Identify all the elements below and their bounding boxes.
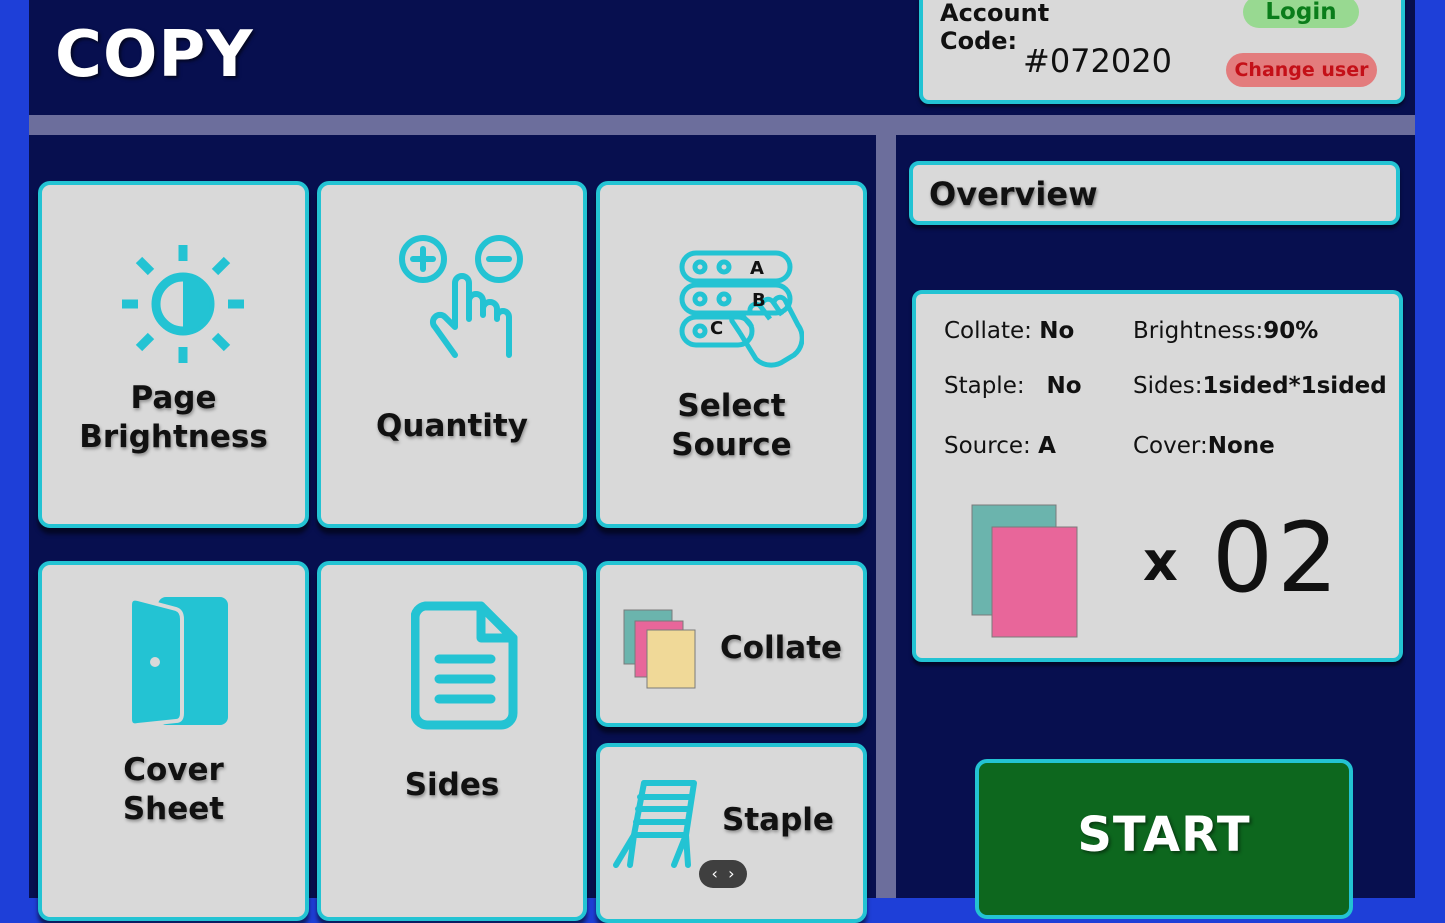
change-user-button[interactable]: Change user — [1226, 53, 1377, 87]
horizontal-divider — [29, 115, 1415, 135]
select-source-button[interactable]: A B C Select Source — [596, 181, 867, 528]
source-option-b: B — [752, 290, 766, 311]
page-brightness-button[interactable]: Page Brightness — [38, 181, 309, 528]
paper-tray-select-icon: A B C — [678, 249, 804, 371]
chevron-left-icon[interactable]: ‹ — [712, 864, 718, 883]
plus-minus-hand-icon — [399, 235, 527, 363]
overview-panel: Collate: No Brightness:90% Staple: No Si… — [912, 290, 1403, 662]
brightness-summary: Brightness:90% — [1133, 318, 1319, 344]
cover-sheet-label: Cover Sheet — [122, 752, 225, 827]
chevron-right-icon[interactable]: › — [728, 864, 734, 883]
select-source-label: Select Source — [671, 388, 792, 463]
page-brightness-label: Page Brightness — [79, 380, 268, 455]
account-panel: Account Code: #072020 Login Change user — [919, 0, 1405, 104]
copies-multiplier: x — [1143, 530, 1178, 593]
page-title: COPY — [55, 18, 254, 92]
document-icon — [411, 601, 519, 731]
staple-label: Staple — [722, 802, 834, 838]
stacked-pages-icon — [623, 609, 699, 689]
copy-count: 02 — [1212, 502, 1343, 614]
sides-summary: Sides:1sided*1sided — [1133, 373, 1387, 399]
source-option-a: A — [750, 258, 764, 279]
login-button[interactable]: Login — [1243, 0, 1359, 28]
quantity-button[interactable]: Quantity — [317, 181, 587, 528]
collate-button[interactable]: Collate — [596, 561, 867, 727]
account-code-value: #072020 — [1023, 42, 1172, 80]
cover-sheet-button[interactable]: Cover Sheet — [38, 561, 309, 921]
brightness-icon — [120, 243, 246, 365]
start-label: START — [1077, 807, 1251, 863]
start-button[interactable]: START — [975, 759, 1353, 919]
overview-title: Overview — [929, 175, 1098, 213]
source-summary: Source: A — [944, 433, 1056, 459]
page-nav-control[interactable]: ‹ › — [699, 860, 747, 888]
door-cover-icon — [128, 595, 230, 729]
copies-pages-icon — [971, 504, 1081, 640]
collate-summary: Collate: No — [944, 318, 1075, 344]
collate-label: Collate — [720, 630, 843, 666]
cover-summary: Cover:None — [1133, 433, 1275, 459]
staple-summary: Staple: No — [944, 373, 1082, 399]
sides-label: Sides — [404, 767, 500, 803]
overview-header: Overview — [909, 161, 1400, 225]
sides-button[interactable]: Sides — [317, 561, 587, 921]
staple-button[interactable]: Staple — [596, 743, 867, 923]
stapler-icon — [612, 779, 702, 871]
source-option-c: C — [710, 318, 723, 339]
quantity-label: Quantity — [376, 408, 528, 444]
vertical-divider — [876, 135, 896, 898]
